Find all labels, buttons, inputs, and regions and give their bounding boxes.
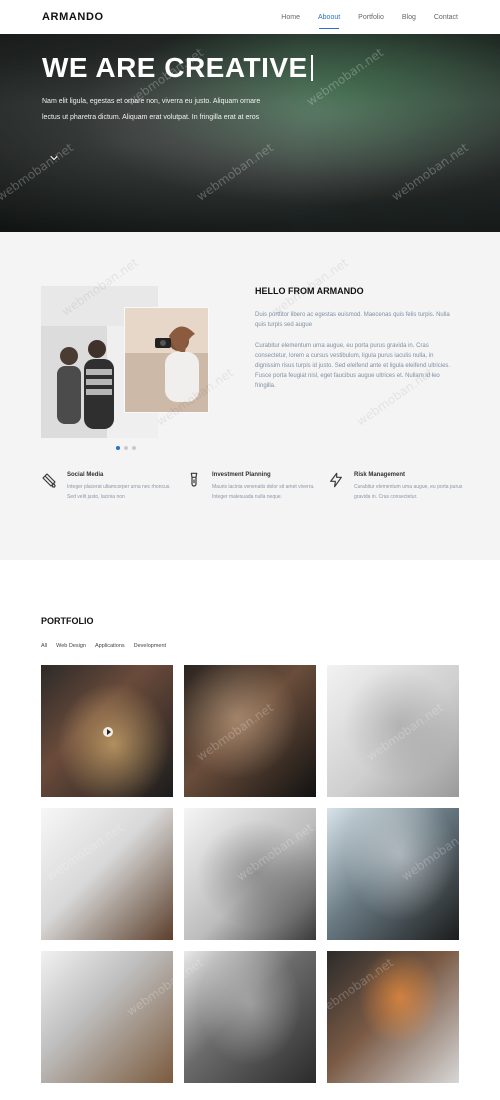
about-slider-dots: [116, 446, 136, 450]
portfolio-grid: [41, 665, 459, 1083]
flashlight-icon: [186, 472, 202, 488]
scroll-down-button[interactable]: [48, 152, 60, 164]
slider-dot-1[interactable]: [116, 446, 120, 450]
portfolio-tile-4[interactable]: [41, 808, 173, 940]
feature-risk-management: Risk Management Curabitur elementum urna…: [328, 472, 468, 512]
feature-text-social-media: Integer placerat ullamcorper urna nec rh…: [67, 484, 171, 500]
feature-social-media: Social Media Integer placerat ullamcorpe…: [41, 472, 181, 512]
photo-woman-camera-icon: [125, 308, 208, 412]
feature-investment-planning: Investment Planning Mauris lacinia venen…: [186, 472, 326, 512]
portfolio-tile-2[interactable]: [184, 665, 316, 797]
about-title: HELLO FROM ARMANDO: [255, 286, 364, 296]
brand-logo[interactable]: ARMANDO: [42, 11, 104, 23]
nav-contact[interactable]: Contact: [434, 12, 458, 23]
hero-title: WE ARE CREATIVE: [42, 52, 313, 84]
filter-development[interactable]: Development: [134, 643, 166, 649]
about-paragraph-2: Curabitur elementum urna augue, eu porta…: [255, 343, 451, 389]
portfolio-image: [41, 808, 173, 940]
about-image-inset: [124, 307, 209, 413]
hero-subtitle-line-1: Nam elit ligula, egestas et ornare non, …: [42, 98, 261, 105]
portfolio-image: [184, 665, 316, 797]
hero-title-text: WE ARE CREATIVE: [42, 52, 308, 83]
about-paragraph-1: Duis porttitor libero ac egestas euismod…: [255, 312, 450, 328]
nav-blog[interactable]: Blog: [402, 12, 416, 23]
top-nav: ARMANDO Home Aboout Portfolio Blog Conta…: [0, 0, 500, 34]
nav-portfolio[interactable]: Portfolio: [358, 12, 384, 23]
portfolio-title: PORTFOLIO: [41, 616, 94, 626]
portfolio-tile-8[interactable]: [184, 951, 316, 1083]
portfolio-tile-5[interactable]: [184, 808, 316, 940]
main-menu: Home Aboout Portfolio Blog Contact: [281, 12, 458, 29]
feature-text-investment-planning: Mauris lacinia venenatis dolor sit amet …: [212, 484, 315, 500]
hero-subtitle-line-2: lectus ut pharetra dictum. Aliquam erat …: [42, 114, 260, 121]
nav-home[interactable]: Home: [281, 12, 300, 23]
portfolio-image: [184, 808, 316, 940]
portfolio-filters: All Web Design Applications Development: [41, 643, 166, 649]
feature-title-investment-planning: Investment Planning: [212, 472, 271, 478]
play-icon[interactable]: [103, 727, 113, 737]
typing-caret: [310, 54, 313, 81]
chevron-down-icon: [50, 155, 58, 161]
filter-all[interactable]: All: [41, 643, 47, 649]
portfolio-tile-9[interactable]: [327, 951, 459, 1083]
portfolio-tile-6[interactable]: [327, 808, 459, 940]
portfolio-image: [184, 951, 316, 1083]
portfolio-image: [41, 951, 173, 1083]
paint-bucket-icon: [41, 472, 57, 488]
feature-title-social-media: Social Media: [67, 472, 104, 478]
filter-applications[interactable]: Applications: [95, 643, 125, 649]
nav-about[interactable]: Aboout: [318, 12, 340, 29]
filter-web-design[interactable]: Web Design: [56, 643, 86, 649]
portfolio-image: [327, 665, 459, 797]
hero-subtitle: Nam elit ligula, egestas et ornare non, …: [42, 94, 312, 126]
portfolio-section: PORTFOLIO All Web Design Applications De…: [0, 560, 500, 1100]
hero-section: WE ARE CREATIVE Nam elit ligula, egestas…: [0, 34, 500, 232]
feature-title-risk-management: Risk Management: [354, 472, 406, 478]
portfolio-tile-7[interactable]: [41, 951, 173, 1083]
portfolio-image: [327, 951, 459, 1083]
about-section: HELLO FROM ARMANDO Duis porttitor libero…: [0, 232, 500, 560]
slider-dot-3[interactable]: [132, 446, 136, 450]
portfolio-tile-3[interactable]: [327, 665, 459, 797]
feature-text-risk-management: Curabitur elementum urna augue, eu porta…: [354, 484, 463, 500]
slider-dot-2[interactable]: [124, 446, 128, 450]
portfolio-image: [327, 808, 459, 940]
lightning-icon: [328, 472, 344, 488]
portfolio-tile-1[interactable]: [41, 665, 173, 797]
